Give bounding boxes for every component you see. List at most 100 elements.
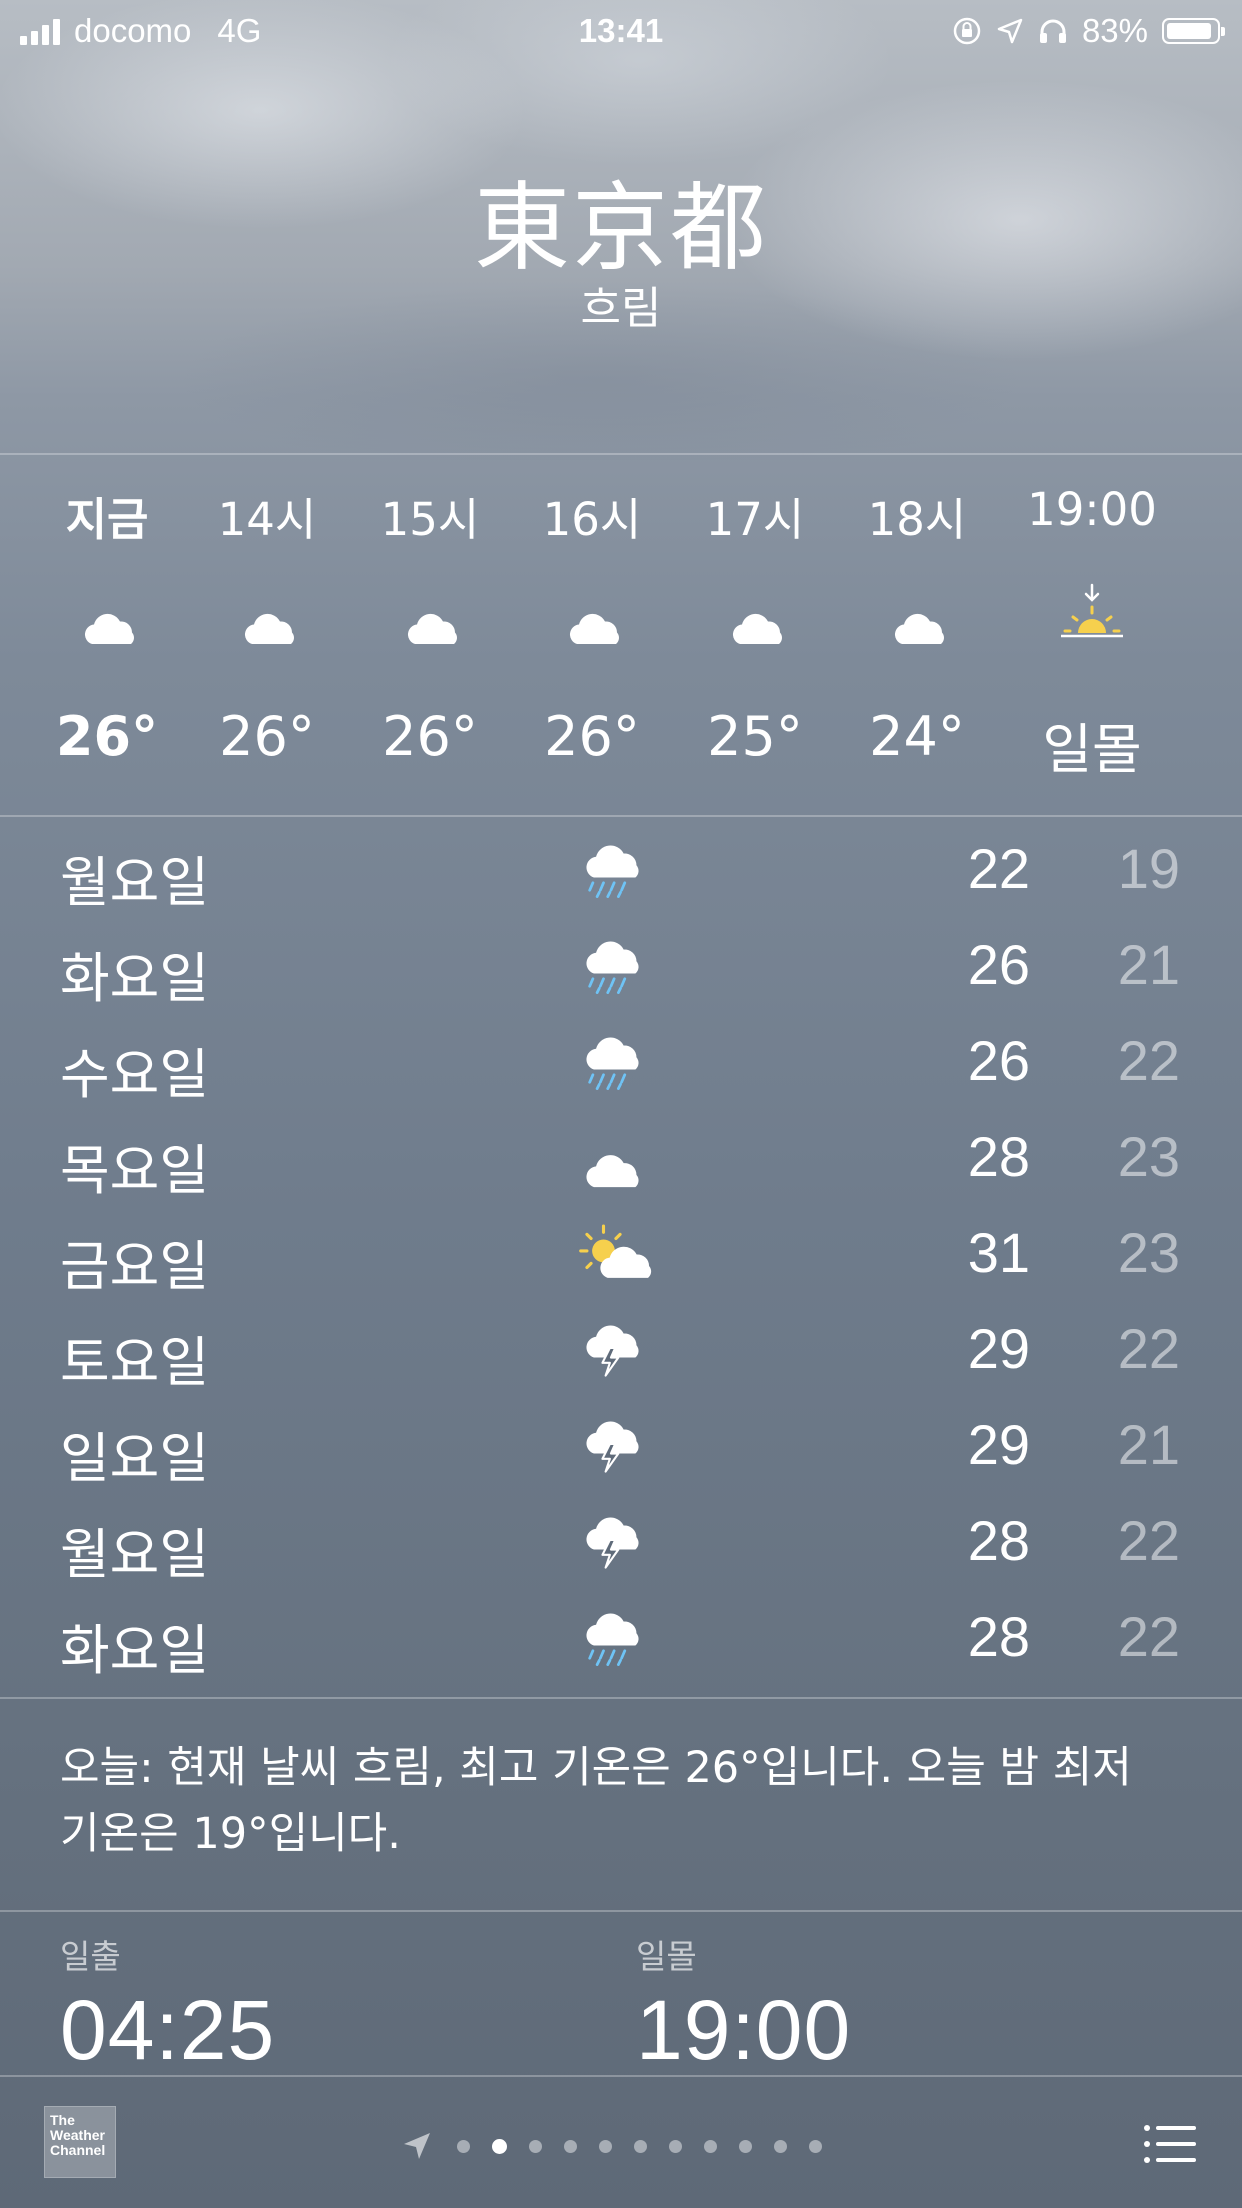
status-right: 83%: [952, 12, 1225, 50]
low-temperature: 22: [1117, 1029, 1180, 1092]
rain-icon: [578, 1608, 658, 1672]
divider: [0, 815, 1242, 817]
battery-icon: [1162, 18, 1225, 44]
current-condition: 흐림: [580, 283, 662, 334]
low-temperature: 19: [1117, 837, 1180, 900]
hour-temperature: 26°: [382, 705, 478, 768]
weather-channel-logo[interactable]: The Weather Channel: [44, 2106, 116, 2178]
cloud-icon: [237, 605, 297, 665]
hour-temperature: 26°: [55, 705, 159, 768]
high-temperature: 31: [967, 1221, 1030, 1284]
hourly-forecast[interactable]: 지금 26° 14시 26° 15시 26° 16시 26° 17시 25° 18시 24° 19:00…: [0, 455, 1242, 815]
daily-row: 화요일 26 21: [0, 918, 1242, 1014]
hour-label: 지금: [65, 493, 149, 546]
page-dot[interactable]: [669, 2139, 682, 2153]
page-dot[interactable]: [634, 2139, 647, 2153]
high-temperature: 28: [967, 1125, 1030, 1188]
low-temperature: 21: [1117, 1413, 1180, 1476]
low-temperature: 22: [1117, 1605, 1180, 1668]
page-dot[interactable]: [529, 2139, 542, 2153]
day-name: 수요일: [60, 1043, 210, 1106]
cloud-icon: [562, 605, 622, 665]
day-name: 토요일: [60, 1331, 210, 1394]
page-dot[interactable]: [564, 2139, 577, 2153]
sunrise-time: 04:25: [60, 1983, 276, 2077]
low-temperature: 21: [1117, 933, 1180, 996]
daily-row: 수요일 26 22: [0, 1014, 1242, 1110]
hour-label: 16시: [542, 493, 642, 546]
low-temperature: 23: [1117, 1125, 1180, 1188]
cloud-icon: [77, 605, 137, 665]
day-name: 금요일: [60, 1235, 210, 1298]
thunderstorm-icon: [578, 1416, 658, 1480]
cloud-icon: [578, 1140, 658, 1204]
low-temperature: 23: [1117, 1221, 1180, 1284]
location-arrow-icon: [997, 18, 1023, 44]
day-name: 화요일: [60, 947, 210, 1010]
page-dot[interactable]: [704, 2139, 717, 2153]
page-dot[interactable]: [457, 2139, 470, 2153]
daily-row: 화요일 28 22: [0, 1590, 1242, 1686]
page-dot[interactable]: [774, 2139, 787, 2153]
cloud-icon: [725, 605, 785, 665]
hour-temperature: 26°: [544, 705, 640, 768]
cloud-icon: [887, 605, 947, 665]
low-temperature: 22: [1117, 1509, 1180, 1572]
bottom-toolbar: The Weather Channel: [0, 2078, 1242, 2208]
high-temperature: 22: [967, 837, 1030, 900]
high-temperature: 28: [967, 1605, 1030, 1668]
page-dot[interactable]: [809, 2139, 822, 2153]
city-name: 東京都: [474, 172, 768, 284]
high-temperature: 29: [967, 1317, 1030, 1380]
headphones-icon: [1039, 19, 1066, 43]
divider: [0, 2075, 1242, 2077]
sunset-time: 19:00: [636, 1983, 852, 2077]
daily-row: 금요일 31 23: [0, 1206, 1242, 1302]
high-temperature: 28: [967, 1509, 1030, 1572]
hour-label: 15시: [380, 493, 480, 546]
hour-label: 1: [1185, 483, 1242, 536]
daily-row: 월요일 28 22: [0, 1494, 1242, 1590]
location-arrow-icon: [404, 2133, 430, 2159]
hour-label: 18시: [867, 493, 967, 546]
divider: [0, 1697, 1242, 1699]
page-dot[interactable]: [599, 2139, 612, 2153]
partly-sunny-icon: [578, 1224, 658, 1288]
sunrise-label: 일출: [60, 1937, 121, 1976]
hour-temperature: 25°: [707, 705, 803, 768]
high-temperature: 26: [967, 933, 1030, 996]
hour-label: 14시: [217, 493, 317, 546]
battery-percent: 83%: [1081, 12, 1148, 49]
daily-row: 월요일 22 19: [0, 822, 1242, 918]
status-bar: docomo 4G 13:41 83%: [0, 0, 1242, 62]
hour-label: 19:00: [1027, 483, 1157, 536]
daily-row: 일요일 29 21: [0, 1398, 1242, 1494]
orientation-lock-icon: [953, 17, 981, 45]
cloud-icon: [400, 605, 460, 665]
today-summary: 오늘: 현재 날씨 흐림, 최고 기온은 26°입니다. 오늘 밤 최저 기온은…: [60, 1743, 1132, 1859]
thunderstorm-icon: [578, 1320, 658, 1384]
hour-label: 17시: [705, 493, 805, 546]
rain-icon: [578, 936, 658, 1000]
day-name: 월요일: [60, 851, 210, 914]
hour-temperature: 2: [1185, 705, 1242, 768]
low-temperature: 22: [1117, 1317, 1180, 1380]
day-name: 일요일: [60, 1427, 210, 1490]
high-temperature: 26: [967, 1029, 1030, 1092]
daily-row: 목요일 28 23: [0, 1110, 1242, 1206]
daily-row: 토요일 29 22: [0, 1302, 1242, 1398]
hour-temperature: 26°: [219, 705, 315, 768]
page-indicator[interactable]: [400, 2126, 833, 2166]
hour-temperature: 24°: [869, 705, 965, 768]
day-name: 월요일: [60, 1523, 210, 1586]
list-icon[interactable]: [1142, 2122, 1198, 2166]
thunderstorm-icon: [578, 1512, 658, 1576]
rain-icon: [578, 1032, 658, 1096]
high-temperature: 29: [967, 1413, 1030, 1476]
day-name: 목요일: [60, 1139, 210, 1202]
sunset-label: 일몰: [636, 1937, 697, 1976]
page-dot[interactable]: [492, 2138, 507, 2154]
page-dot[interactable]: [739, 2139, 752, 2153]
day-name: 화요일: [60, 1619, 210, 1682]
divider: [0, 1910, 1242, 1912]
